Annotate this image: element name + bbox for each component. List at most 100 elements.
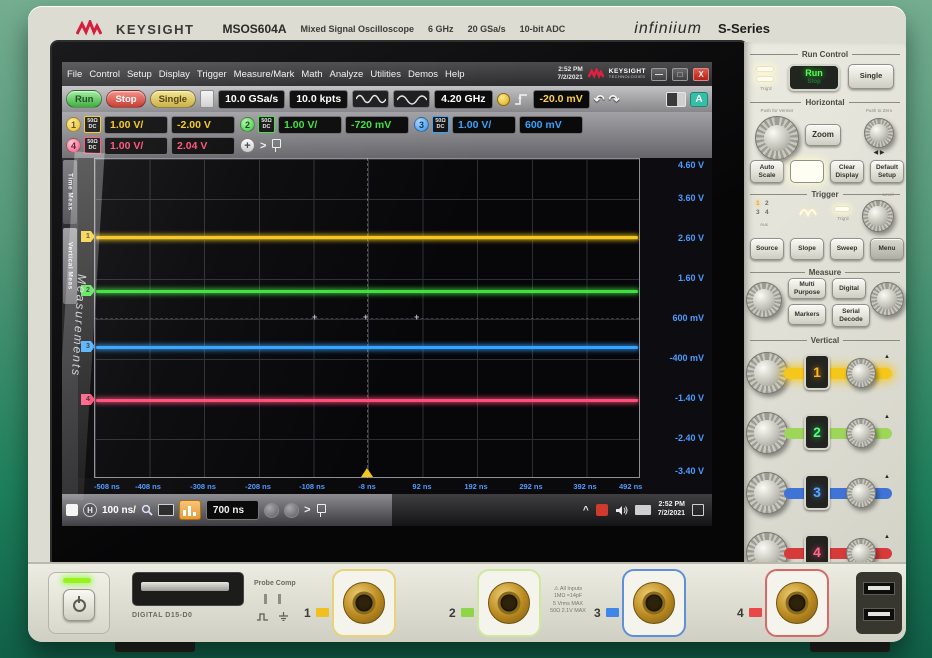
menu-display[interactable]: Display	[159, 69, 190, 80]
channel2-offset-box[interactable]: -720 mV	[345, 116, 409, 134]
notifications-icon[interactable]	[692, 504, 704, 516]
histogram-tool-icon[interactable]	[179, 500, 201, 520]
window-close-button[interactable]: X	[693, 68, 709, 81]
pin-icon[interactable]	[271, 139, 280, 152]
channel1-offset-knob[interactable]	[846, 358, 876, 388]
tab-vertical-meas[interactable]: Vertical Meas	[63, 228, 77, 304]
sample-rate-box[interactable]: 10.0 GSa/s	[218, 90, 285, 109]
auto-vertical-scale-icon[interactable]: A	[690, 92, 708, 107]
trigger-edge-icon[interactable]	[514, 92, 529, 106]
trigger-source-icon[interactable]	[497, 93, 510, 106]
digital-button[interactable]: Digital	[832, 278, 866, 299]
search-zoom-icon[interactable]	[141, 504, 153, 516]
channel2-scale-box[interactable]: 1.00 V/	[278, 116, 342, 134]
display-layout-icon[interactable]	[666, 92, 686, 107]
menu-measure-mark[interactable]: Measure/Mark	[234, 69, 295, 80]
channel3-coupling-badge[interactable]: 50Ω DC	[432, 116, 449, 133]
window-maximize-button[interactable]: □	[672, 68, 688, 81]
menu-math[interactable]: Math	[301, 69, 322, 80]
channel4-offset-box[interactable]: 2.04 V	[171, 137, 235, 155]
horizontal-delay-box[interactable]: 700 ns	[206, 500, 259, 520]
statusbar-pin-icon[interactable]	[316, 504, 325, 517]
tray-expand-icon[interactable]: ^	[583, 505, 589, 516]
channel2-coupling-badge[interactable]: 50Ω DC	[258, 116, 275, 133]
measure-left-knob[interactable]	[746, 282, 782, 318]
channel2-button[interactable]: 2	[804, 414, 830, 450]
channel1-coupling-badge[interactable]: 50Ω DC	[84, 116, 101, 133]
trigger-level-box[interactable]: -20.0 mV	[533, 90, 590, 109]
channel3-scale-box[interactable]: 1.00 V/	[452, 116, 516, 134]
trigger-level-knob[interactable]	[862, 200, 894, 232]
channel2-ground-marker[interactable]: 2	[81, 285, 95, 296]
trigger-sweep-button[interactable]: Sweep	[830, 238, 864, 260]
channel3-scale-knob[interactable]	[746, 472, 788, 514]
trigger-slope-button[interactable]: Slope	[790, 238, 824, 260]
menu-help[interactable]: Help	[445, 69, 465, 80]
volume-icon[interactable]	[615, 505, 628, 516]
undo-icon[interactable]: ↶	[594, 93, 605, 106]
measure-right-knob[interactable]	[870, 282, 904, 316]
serial-decode-button[interactable]: Serial Decode	[832, 304, 870, 327]
channel2-group[interactable]: 2 50Ω DC 1.00 V/ -720 mV	[240, 116, 409, 134]
acquisition-mode-icon[interactable]	[393, 90, 430, 108]
channel1-badge[interactable]: 1	[66, 117, 81, 132]
menu-analyze[interactable]: Analyze	[330, 69, 364, 80]
channel1-scale-knob[interactable]	[746, 352, 788, 394]
channel4-ground-marker[interactable]: 4	[81, 394, 95, 405]
menu-file[interactable]: File	[67, 69, 82, 80]
menu-setup[interactable]: Setup	[127, 69, 152, 80]
expand-toolbar-icon[interactable]: >	[260, 140, 266, 152]
channel4-group[interactable]: 4 50Ω DC 1.00 V/ 2.04 V	[66, 137, 235, 155]
app-icon[interactable]	[66, 504, 78, 516]
tray-app-icon[interactable]	[596, 504, 608, 516]
channel1-button[interactable]: 1	[804, 354, 830, 390]
run-button[interactable]: Run	[66, 90, 102, 108]
channel3-offset-box[interactable]: 600 mV	[519, 116, 583, 134]
trigger-time-marker[interactable]	[361, 468, 373, 477]
expand-statusbar-icon[interactable]: >	[304, 504, 310, 516]
redo-icon[interactable]: ↷	[609, 93, 620, 106]
tool-icon-2[interactable]	[284, 503, 299, 518]
channel4-scale-box[interactable]: 1.00 V/	[104, 137, 168, 155]
channel3-button[interactable]: 3	[804, 474, 830, 510]
auto-scale-button[interactable]: Auto Scale	[750, 160, 784, 183]
markers-button[interactable]: Markers	[788, 304, 826, 325]
single-button-hw[interactable]: Single	[848, 64, 894, 89]
menu-utilities[interactable]: Utilities	[370, 69, 401, 80]
run-stop-button[interactable]: Run Stop	[788, 64, 840, 91]
menu-demos[interactable]: Demos	[408, 69, 438, 80]
memory-depth-box[interactable]: 10.0 kpts	[289, 90, 348, 109]
horizontal-scale-value[interactable]: 100 ns/	[102, 505, 136, 516]
menu-trigger[interactable]: Trigger	[197, 69, 227, 80]
channel3-ground-marker[interactable]: 3	[81, 341, 95, 352]
channel2-scale-knob[interactable]	[746, 412, 788, 454]
trigger-source-button[interactable]: Source	[750, 238, 784, 260]
default-setup-button[interactable]: Default Setup	[870, 160, 904, 183]
channel1-group[interactable]: 1 50Ω DC 1.00 V/ -2.00 V	[66, 116, 235, 134]
window-minimize-button[interactable]: —	[651, 68, 667, 81]
screen-icon[interactable]	[158, 504, 174, 516]
channel3-group[interactable]: 3 50Ω DC 1.00 V/ 600 mV	[414, 116, 583, 134]
single-button[interactable]: Single	[150, 90, 197, 108]
channel4-coupling-badge[interactable]: 50Ω DC	[84, 137, 101, 154]
channel3-badge[interactable]: 3	[414, 117, 429, 132]
channel3-offset-knob[interactable]	[846, 478, 876, 508]
zoom-button[interactable]: Zoom	[805, 124, 841, 146]
tool-icon-1[interactable]	[264, 503, 279, 518]
channel1-ground-marker[interactable]: 1	[81, 231, 95, 242]
stop-button[interactable]: Stop	[106, 90, 145, 108]
menu-control[interactable]: Control	[89, 69, 120, 80]
touch-button[interactable]	[790, 160, 824, 183]
horizontal-scale-knob[interactable]	[755, 116, 799, 160]
touch-toggle-button[interactable]	[200, 90, 214, 108]
channel2-offset-knob[interactable]	[846, 418, 876, 448]
multi-purpose-button[interactable]: Multi Purpose	[788, 278, 826, 299]
channel1-scale-box[interactable]: 1.00 V/	[104, 116, 168, 134]
clear-display-button[interactable]: Clear Display	[830, 160, 864, 183]
bandwidth-box[interactable]: 4.20 GHz	[434, 90, 492, 109]
tray-clock[interactable]: 2:52 PM 7/2/2021	[658, 501, 685, 519]
waveform-mode-icon[interactable]	[352, 90, 389, 108]
add-waveform-button[interactable]: +	[240, 138, 255, 153]
horizontal-position-knob[interactable]	[864, 118, 894, 148]
channel4-badge[interactable]: 4	[66, 138, 81, 153]
